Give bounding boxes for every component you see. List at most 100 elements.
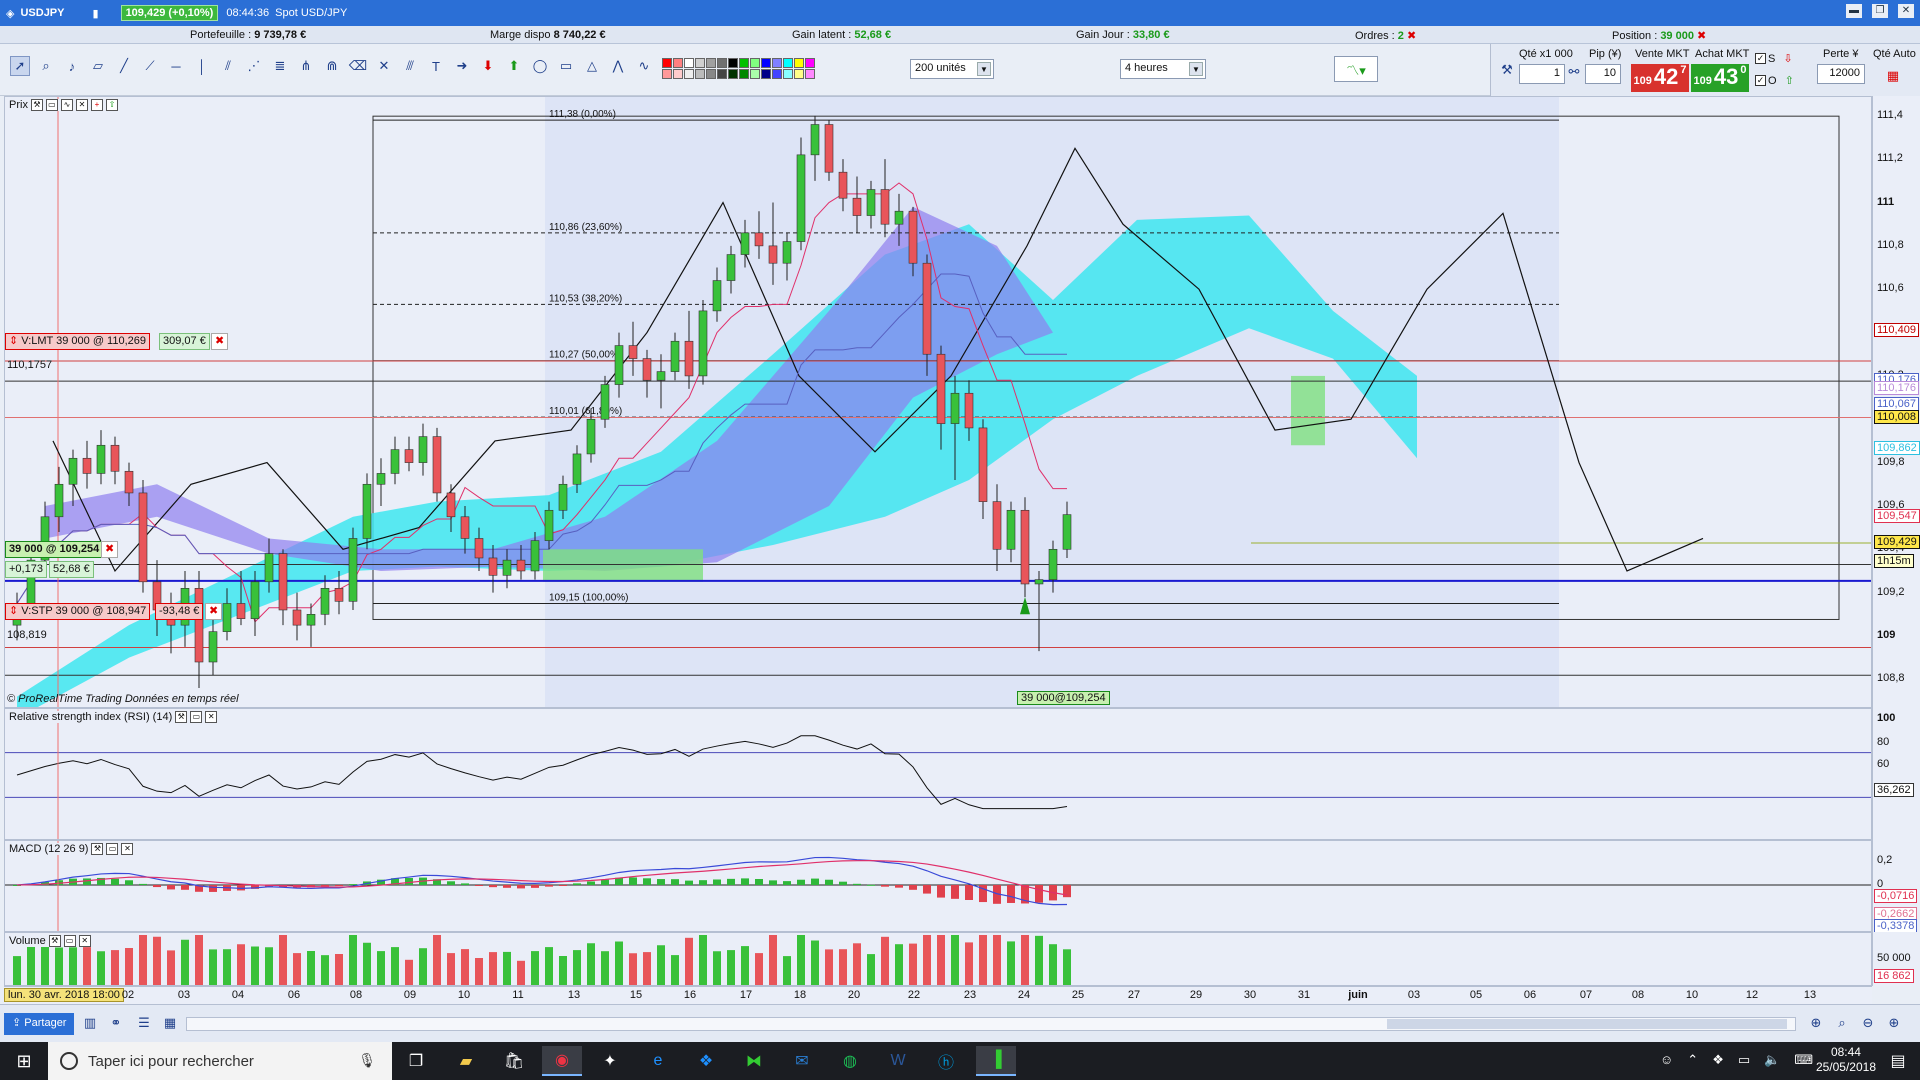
volume-chart-svg[interactable] [5,933,1872,986]
color-swatch[interactable] [684,69,694,79]
windows-start-icon[interactable]: ⊞ [0,1042,48,1080]
color-swatch[interactable] [717,58,727,68]
volume-pane[interactable]: Volume ⚒ ▭ ✕ [4,932,1872,986]
date-axis[interactable]: lun. 30 avr. 2018 18:00 02 03 04 06 08 09 10 11… [4,986,1872,1004]
cancel-orders-icon[interactable]: ✖ [1407,30,1416,42]
stop-checkbox[interactable]: ✓ S ⇩ [1755,52,1793,65]
ray-icon[interactable]: ⟋ [140,56,160,76]
cancel-limit-icon[interactable]: ✖ [211,333,229,350]
trading-app-icon[interactable]: ⧓ [734,1046,774,1076]
color-swatch[interactable] [805,69,815,79]
objective-checkbox[interactable]: ✓ O ⇧ [1755,74,1794,87]
color-swatch[interactable] [750,58,760,68]
parallel-icon[interactable]: ⫻ [400,56,420,76]
orders[interactable]: Ordres : 2 ✖ [1355,29,1416,42]
task-view-icon[interactable]: ❐ [396,1046,436,1076]
wave-icon[interactable]: ∿ [634,56,654,76]
alert-bell-icon[interactable]: ♪ [62,56,82,76]
close-icon[interactable]: ✕ [1898,4,1914,18]
position[interactable]: Position : 39 000 ✖ [1612,29,1706,42]
cancel-stop-icon[interactable]: ✖ [205,603,223,620]
sell-market-button[interactable]: 109 42 7 [1631,64,1689,92]
volume-icon[interactable]: 🔈 [1764,1052,1780,1068]
color-swatch[interactable] [662,69,672,79]
prorealtime-icon[interactable]: ▐ [976,1046,1016,1076]
color-swatch[interactable] [706,58,716,68]
chart-style-icon[interactable]: 〽▾ [1334,56,1378,82]
color-swatch[interactable] [750,69,760,79]
color-swatch[interactable] [717,69,727,79]
loss-input[interactable]: 12000 [1817,64,1865,84]
horizontal-scrollbar[interactable] [186,1017,1796,1031]
color-swatch[interactable] [783,58,793,68]
stop-order-label[interactable]: ⇕ V:STP 39 000 @ 108,947 [5,603,151,620]
color-swatch[interactable] [805,58,815,68]
vertical-line-icon[interactable]: │ [192,56,212,76]
word-icon[interactable]: W [878,1046,918,1076]
close-pane-icon[interactable]: ✕ [78,935,91,947]
expand-icon[interactable]: ⇧ [105,99,118,111]
calculator-icon[interactable]: ▦ [1883,66,1903,86]
crosshair-icon[interactable]: ⊕ [1806,1013,1826,1033]
close-pane-icon[interactable]: ✕ [121,843,134,855]
app-menu-icon[interactable]: ◈ [6,7,14,20]
fan-icon[interactable]: ⋰ [244,56,264,76]
color-swatch[interactable] [673,69,683,79]
color-swatch[interactable] [695,69,705,79]
settings-wrench-icon[interactable]: ⚒ [1497,60,1517,80]
stop-order-icon[interactable]: ⇩ [1783,52,1792,65]
wrench-icon[interactable]: ⚒ [91,843,104,855]
buy-market-button[interactable]: 109 43 0 [1691,64,1749,92]
arrow-right-icon[interactable]: ➜ [452,56,472,76]
color-swatch[interactable] [695,58,705,68]
macd-chart-svg[interactable] [5,841,1872,932]
color-swatch[interactable] [761,58,771,68]
chrome-icon[interactable]: ◉ [542,1046,582,1076]
minimize-icon[interactable]: ▬ [1846,4,1862,18]
microphone-icon[interactable]: 🎙 [358,1052,376,1069]
rsi-chart-svg[interactable] [5,709,1872,840]
outlook-icon[interactable]: ✉ [782,1046,822,1076]
tray-chevron-icon[interactable]: ⌃ [1687,1052,1698,1068]
color-palette[interactable] [662,58,815,79]
price-chart-svg[interactable]: 111,38 (0,00%) 110,86 (23,60%) 110,53 (38,… [5,97,1872,708]
indicator-icon[interactable]: ∿ [60,99,73,111]
spotify-icon[interactable]: ◍ [830,1046,870,1076]
share-button[interactable]: ⇪ Partager [4,1013,75,1035]
line-icon[interactable]: ╱ [114,56,134,76]
dropbox-tray-icon[interactable]: ❖ [1712,1052,1724,1068]
color-swatch[interactable] [739,58,749,68]
pointer-icon[interactable]: ➚ [10,56,30,76]
network-icon[interactable]: ▭ [1738,1052,1750,1068]
link-icon[interactable]: ⚯ [1567,62,1581,82]
zigzag-icon[interactable]: ⋀ [608,56,628,76]
taskbar-search[interactable]: Taper ici pour rechercher 🎙 [48,1042,392,1080]
list-icon[interactable]: ☰ [134,1013,154,1033]
info-icon[interactable]: ▮ [93,7,99,20]
window-icon[interactable]: ▭ [106,843,119,855]
limit-order-label[interactable]: ⇕ V:LMT 39 000 @ 110,269 [5,333,150,350]
trash-icon[interactable]: ⌫ [348,56,368,76]
color-swatch[interactable] [684,58,694,68]
color-swatch[interactable] [728,69,738,79]
color-swatch[interactable] [761,69,771,79]
color-swatch[interactable] [739,69,749,79]
scroll-thumb[interactable] [1387,1019,1787,1029]
pitchfork-icon[interactable]: ⋔ [296,56,316,76]
color-swatch[interactable] [783,69,793,79]
fibonacci-icon[interactable]: ≣ [270,56,290,76]
wrench-icon[interactable]: ⚒ [30,99,43,111]
link-chart-icon[interactable]: ⚭ [106,1013,126,1033]
wrench-icon[interactable]: ⚒ [175,711,188,723]
cross-line-icon[interactable]: ✕ [374,56,394,76]
file-explorer-icon[interactable]: ▰ [446,1046,486,1076]
qty-input[interactable]: 1 [1519,64,1565,84]
timeframe-select[interactable]: 4 heures ▼ [1120,59,1206,79]
target-order-icon[interactable]: ⇧ [1785,74,1794,87]
color-swatch[interactable] [772,69,782,79]
channel-icon[interactable]: ⫽ [218,56,238,76]
edge-icon[interactable]: e [638,1046,678,1076]
add-icon[interactable]: + [90,99,103,111]
triangle-icon[interactable]: △ [582,56,602,76]
zoom-icon[interactable]: ⌕ [36,56,56,76]
